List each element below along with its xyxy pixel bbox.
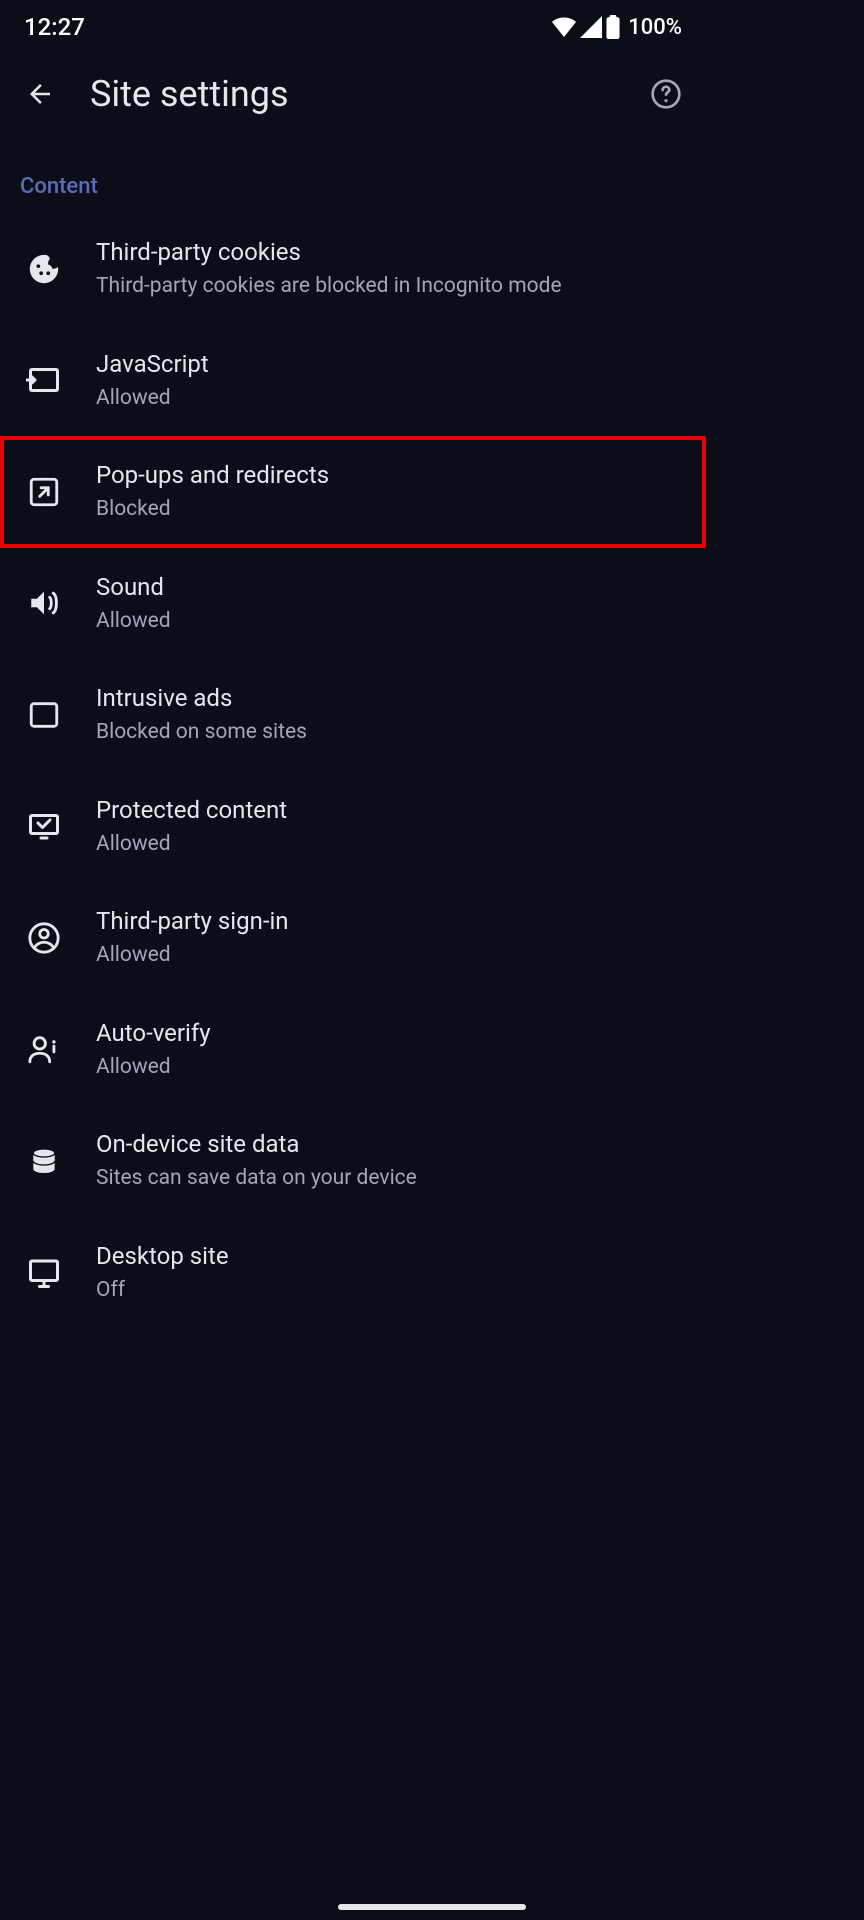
ads-icon <box>20 691 68 739</box>
account-icon <box>20 914 68 962</box>
setting-title: Third-party cookies <box>96 237 690 268</box>
setting-sub: Allowed <box>96 830 690 858</box>
desktop-icon <box>20 1249 68 1297</box>
battery-percent: 100% <box>628 15 682 40</box>
setting-on-device-site-data[interactable]: On-device site data Sites can save data … <box>0 1105 706 1217</box>
setting-sub: Blocked on some sites <box>96 718 690 746</box>
auto-verify-icon <box>20 1025 68 1073</box>
setting-sub: Allowed <box>96 941 690 969</box>
setting-title: Third-party sign-in <box>96 906 690 937</box>
database-icon <box>20 1137 68 1185</box>
setting-sub: Off <box>96 1276 690 1304</box>
protected-content-icon <box>20 802 68 850</box>
status-bar: 12:27 100% <box>0 0 706 54</box>
setting-title: Auto-verify <box>96 1018 690 1049</box>
setting-javascript[interactable]: JavaScript Allowed <box>0 325 706 437</box>
setting-sub: Allowed <box>96 384 690 412</box>
setting-title: On-device site data <box>96 1129 690 1160</box>
setting-third-party-signin[interactable]: Third-party sign-in Allowed <box>0 882 706 994</box>
setting-title: JavaScript <box>96 349 690 380</box>
setting-sub: Allowed <box>96 607 690 635</box>
status-icons <box>552 15 620 39</box>
status-right: 100% <box>552 15 682 40</box>
javascript-icon <box>20 356 68 404</box>
page-title: Site settings <box>90 73 616 115</box>
setting-sub: Sites can save data on your device <box>96 1164 690 1192</box>
sound-icon <box>20 579 68 627</box>
nav-pill[interactable] <box>338 1904 526 1910</box>
setting-title: Desktop site <box>96 1241 690 1272</box>
setting-sub: Blocked <box>96 495 690 523</box>
setting-sub: Allowed <box>96 1053 690 1081</box>
help-icon <box>650 78 682 110</box>
setting-intrusive-ads[interactable]: Intrusive ads Blocked on some sites <box>0 659 706 771</box>
setting-auto-verify[interactable]: Auto-verify Allowed <box>0 994 706 1106</box>
setting-title: Sound <box>96 572 690 603</box>
setting-title: Pop-ups and redirects <box>96 460 690 491</box>
help-button[interactable] <box>644 72 688 116</box>
arrow-back-icon <box>25 79 55 109</box>
setting-title: Intrusive ads <box>96 683 690 714</box>
setting-sound[interactable]: Sound Allowed <box>0 548 706 660</box>
setting-popups-redirects[interactable]: Pop-ups and redirects Blocked <box>0 436 706 548</box>
header: Site settings <box>0 54 706 144</box>
setting-title: Protected content <box>96 795 690 826</box>
setting-desktop-site[interactable]: Desktop site Off <box>0 1217 706 1329</box>
setting-sub: Third-party cookies are blocked in Incog… <box>96 272 690 300</box>
cell-signal-icon <box>580 16 602 38</box>
nav-bar <box>0 1904 864 1910</box>
setting-third-party-cookies[interactable]: Third-party cookies Third-party cookies … <box>0 213 706 325</box>
back-button[interactable] <box>18 72 62 116</box>
wifi-icon <box>552 16 576 38</box>
battery-icon <box>606 15 620 39</box>
section-label-content: Content <box>0 144 706 213</box>
popup-icon <box>20 468 68 516</box>
cookie-icon <box>20 245 68 293</box>
status-time: 12:27 <box>24 13 85 41</box>
setting-protected-content[interactable]: Protected content Allowed <box>0 771 706 883</box>
